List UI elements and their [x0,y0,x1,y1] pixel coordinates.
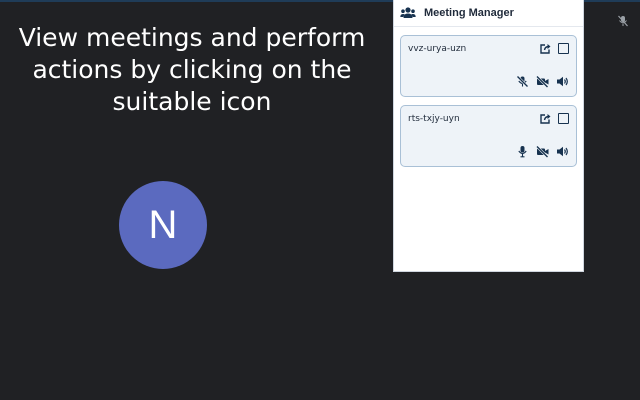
panel-title: Meeting Manager [424,7,514,19]
meeting-manager-panel: Meeting Manager vvz-urya-uzn rts-txjy-uy… [393,0,584,272]
meeting-checkbox[interactable] [558,43,569,54]
microphone-icon[interactable] [516,145,529,158]
meeting-checkbox[interactable] [558,113,569,124]
meeting-code: rts-txjy-uyn [408,114,460,124]
microphone-muted-icon[interactable] [516,75,529,88]
microphone-muted-icon [618,15,628,27]
camera-off-icon[interactable] [536,145,549,158]
meeting-code: vvz-urya-uzn [408,44,467,54]
speaker-icon[interactable] [556,75,569,88]
panel-header: Meeting Manager [394,0,583,27]
users-icon [400,7,416,18]
avatar: N [119,181,207,269]
meeting-card: rts-txjy-uyn [400,105,577,167]
share-icon[interactable] [539,42,552,55]
meeting-card: vvz-urya-uzn [400,35,577,97]
instruction-caption: View meetings and perform actions by cli… [18,23,366,116]
share-icon[interactable] [539,112,552,125]
avatar-initial: N [148,202,178,247]
speaker-icon[interactable] [556,145,569,158]
camera-off-icon[interactable] [536,75,549,88]
